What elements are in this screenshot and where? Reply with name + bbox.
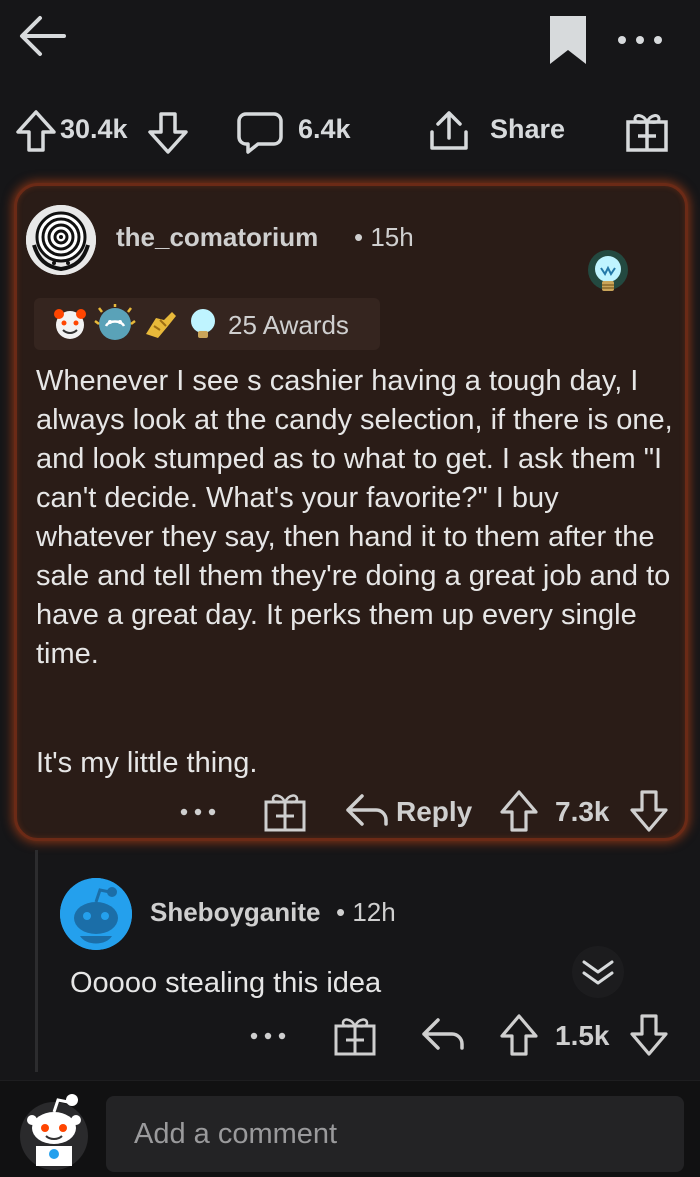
more-horizontal-icon[interactable]: [178, 800, 218, 824]
helpful-award-icon: [94, 304, 136, 344]
downvote-icon[interactable]: [628, 1012, 670, 1058]
gift-icon[interactable]: [332, 1012, 378, 1058]
gift-icon[interactable]: [262, 788, 308, 834]
more-horizontal-icon[interactable]: [612, 28, 668, 52]
upvote-icon[interactable]: [498, 1012, 540, 1058]
post-upvote-count: 30.4k: [60, 114, 128, 144]
share-button[interactable]: Share: [490, 114, 565, 145]
reply-button[interactable]: Reply: [396, 796, 472, 828]
comment-body: Whenever I see s cashier having a tough …: [36, 365, 673, 670]
collapse-button[interactable]: [572, 946, 624, 998]
downvote-icon[interactable]: [628, 788, 670, 834]
awards-count[interactable]: 25 Awards: [228, 310, 349, 341]
avatar[interactable]: [26, 205, 96, 275]
respect-award-icon: [140, 306, 180, 342]
reply-icon[interactable]: [420, 1014, 466, 1054]
upvote-icon[interactable]: [14, 108, 58, 154]
thread-line[interactable]: [35, 850, 38, 1072]
reply-icon[interactable]: [344, 790, 390, 830]
lightbulb-award-icon: [186, 306, 220, 342]
top-navigation-bar: [0, 0, 700, 80]
reply-timestamp: • 12h: [336, 897, 396, 927]
share-icon[interactable]: [426, 108, 472, 154]
add-comment-input[interactable]: [106, 1096, 684, 1172]
comment-bubble-icon[interactable]: [236, 110, 284, 156]
bookmark-icon[interactable]: [548, 14, 588, 66]
comment-body-paragraph-2: It's my little thing.: [36, 747, 258, 779]
more-horizontal-icon[interactable]: [248, 1024, 288, 1048]
lightbulb-award-icon: [584, 248, 632, 302]
chevron-double-down-icon: [580, 958, 616, 988]
post-comment-count: 6.4k: [298, 114, 351, 144]
comment-timestamp: • 15h: [354, 222, 414, 252]
post-action-bar: 30.4k 6.4k Share: [0, 96, 700, 166]
snoo-avatar-icon[interactable]: [16, 1088, 92, 1172]
reply-username[interactable]: Sheboyganite: [150, 897, 320, 928]
gift-icon[interactable]: [624, 108, 670, 154]
downvote-icon[interactable]: [146, 110, 190, 156]
avatar[interactable]: [60, 878, 132, 950]
upvote-icon[interactable]: [498, 788, 540, 834]
reply-body: Ooooo stealing this idea: [70, 967, 382, 999]
comment-score: 7.3k: [555, 796, 610, 827]
reply-score: 1.5k: [555, 1020, 610, 1051]
comment-username[interactable]: the_comatorium: [116, 222, 318, 253]
wholesome-award-icon: [50, 306, 90, 342]
arrow-left-icon[interactable]: [14, 10, 70, 62]
